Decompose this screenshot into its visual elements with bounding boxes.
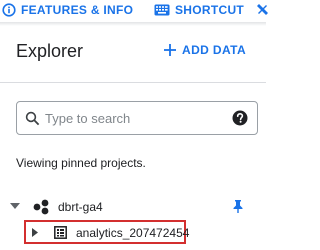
dataset-icon [54, 226, 67, 239]
shortcut-button[interactable]: SHORTCUT [154, 0, 244, 20]
project-icon [33, 199, 49, 215]
pin-icon[interactable] [232, 199, 244, 214]
shortcut-label: SHORTCUT [175, 3, 245, 17]
top-toolbar: FEATURES & INFO SHORTCUT [0, 0, 268, 22]
tree-row-project[interactable]: dbrt-ga4 [0, 196, 266, 218]
search-input[interactable] [45, 110, 215, 126]
toolbar-shadow [0, 22, 266, 26]
features-and-info-button[interactable]: FEATURES & INFO [2, 0, 133, 20]
info-icon [2, 3, 16, 17]
search-box[interactable] [16, 101, 258, 135]
pinned-projects-note: Viewing pinned projects. [16, 156, 146, 170]
more-tools-button[interactable] [256, 0, 268, 20]
caret-right-icon[interactable] [32, 228, 38, 237]
divider [0, 82, 266, 83]
add-data-label: ADD DATA [182, 43, 247, 57]
search-icon [25, 111, 40, 125]
features-and-info-label: FEATURES & INFO [21, 3, 134, 17]
plus-icon [164, 44, 176, 56]
keyboard-icon [154, 4, 170, 16]
explorer-title: Explorer [16, 41, 84, 61]
project-name: dbrt-ga4 [58, 200, 103, 214]
help-icon[interactable] [232, 110, 248, 126]
wrench-icon [256, 3, 268, 17]
dataset-name: analytics_207472454 [76, 226, 190, 240]
tree-row-dataset[interactable]: analytics_207472454 [24, 220, 190, 244]
add-data-button[interactable]: ADD DATA [164, 43, 246, 57]
caret-down-icon[interactable] [10, 203, 20, 211]
